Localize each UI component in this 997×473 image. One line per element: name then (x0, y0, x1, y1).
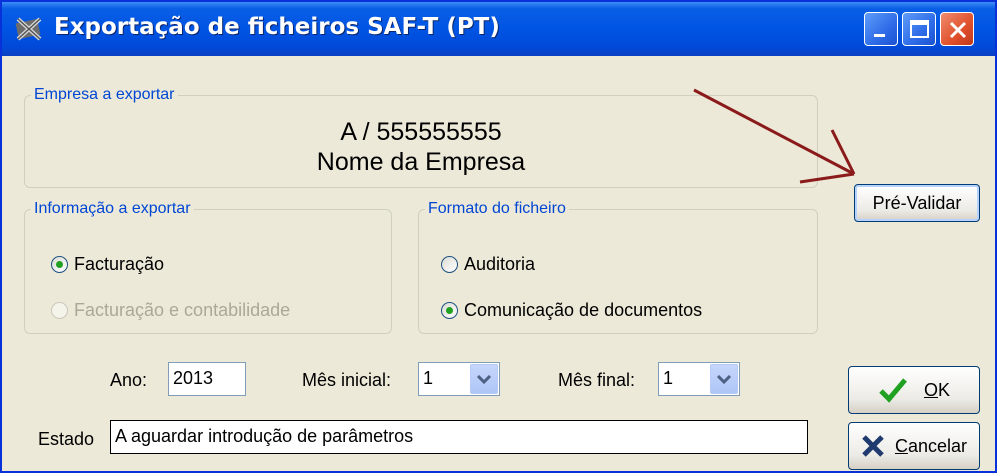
month-start-value: 1 (423, 368, 434, 388)
radio-comunicacao-label: Comunicação de documentos (464, 300, 703, 320)
radio-button[interactable] (51, 256, 68, 273)
prevalidate-button[interactable]: Pré-Validar (854, 184, 980, 222)
minimize-icon (874, 34, 885, 37)
radio-button[interactable] (441, 302, 458, 319)
radio-auditoria[interactable]: Auditoria (441, 254, 535, 275)
maximize-icon (910, 20, 929, 38)
maximize-button[interactable] (902, 12, 936, 46)
status-field: A aguardar introdução de parâmetros (110, 420, 808, 454)
cancel-button[interactable]: Cancelar (848, 422, 980, 470)
prevalidate-label: Pré-Validar (872, 192, 962, 213)
month-end-select[interactable]: 1 (658, 362, 740, 396)
radio-button[interactable] (51, 302, 68, 319)
radio-facturacao-contabilidade[interactable]: Facturação e contabilidade (51, 300, 290, 321)
radio-facturacao[interactable]: Facturação (51, 254, 164, 275)
radio-auditoria-label: Auditoria (464, 254, 536, 274)
month-end-value: 1 (663, 368, 674, 388)
year-label: Ano: (110, 370, 148, 390)
ok-label: OK (923, 379, 951, 400)
month-start-label: Mês inicial: (302, 370, 392, 390)
radio-comunicacao[interactable]: Comunicação de documentos (441, 300, 702, 321)
radio-button[interactable] (441, 256, 458, 273)
ok-button[interactable]: OK (848, 366, 980, 414)
minimize-button[interactable] (864, 12, 898, 46)
month-start-select[interactable]: 1 (418, 362, 500, 396)
window-title: Exportação de ficheiros SAF-T (PT) (54, 14, 500, 40)
radio-facturacao-contabilidade-label: Facturação e contabilidade (74, 300, 291, 320)
company-group-legend: Empresa a exportar (34, 86, 175, 103)
cancel-label: Cancelar (894, 435, 968, 456)
info-group-legend: Informação a exportar (34, 200, 191, 217)
dialog-window: Exportação de ficheiros SAF-T (PT) Empre… (0, 0, 997, 473)
status-label: Estado (38, 429, 95, 449)
chevron-down-icon (717, 375, 731, 385)
month-start-dropdown[interactable] (470, 364, 498, 394)
cancel-x-icon (862, 435, 884, 457)
app-icon (15, 17, 42, 41)
format-group-legend: Formato do ficheiro (428, 200, 566, 217)
month-end-label: Mês final: (558, 370, 636, 390)
annotation-arrow (693, 88, 856, 184)
chevron-down-icon (477, 375, 491, 385)
month-end-dropdown[interactable] (710, 364, 738, 394)
checkmark-icon (879, 378, 907, 403)
close-button[interactable] (940, 12, 974, 46)
info-group: Informação a exportar Facturação Factura… (24, 200, 392, 334)
year-input[interactable]: 2013 (168, 362, 246, 396)
radio-facturacao-label: Facturação (74, 254, 165, 274)
close-icon (949, 21, 967, 39)
format-group: Formato do ficheiro Auditoria Comunicaçã… (418, 200, 818, 334)
title-bar[interactable]: Exportação de ficheiros SAF-T (PT) (2, 2, 995, 56)
